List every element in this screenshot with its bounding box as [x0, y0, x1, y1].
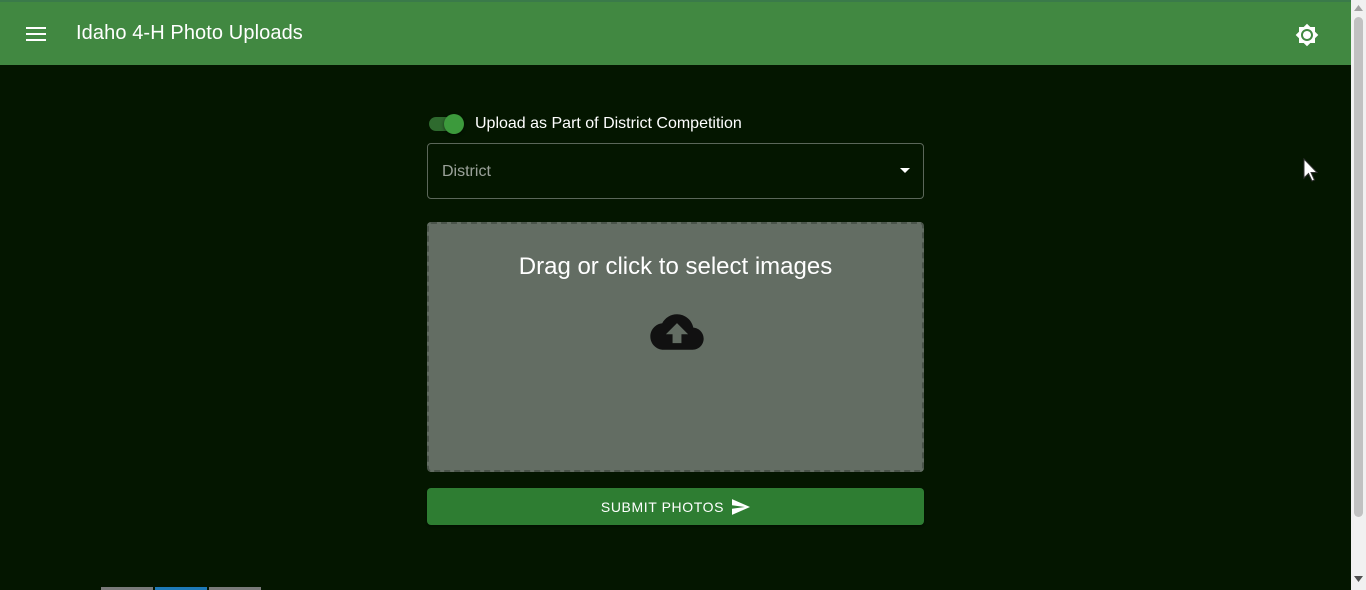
- switch-thumb: [444, 114, 464, 134]
- district-select-label: District: [442, 163, 491, 180]
- image-dropzone[interactable]: Drag or click to select images: [427, 222, 924, 472]
- scroll-down-icon[interactable]: [1354, 576, 1363, 582]
- send-icon: [732, 498, 751, 515]
- theme-toggle-button[interactable]: [1292, 20, 1322, 50]
- brightness-icon: [1295, 23, 1319, 47]
- cloud-upload-icon: [650, 314, 704, 350]
- dropzone-text: Drag or click to select images: [518, 253, 833, 280]
- app-title: Idaho 4-H Photo Uploads: [76, 22, 303, 44]
- menu-button[interactable]: [22, 20, 50, 48]
- mouse-cursor-icon: [1303, 158, 1319, 182]
- toggle-label: Upload as Part of District Competition: [475, 115, 742, 132]
- submit-photos-button[interactable]: SUBMIT PHOTOS: [427, 488, 924, 525]
- dropdown-arrow-icon: [900, 168, 910, 173]
- scroll-thumb[interactable]: [1354, 17, 1363, 517]
- district-competition-toggle[interactable]: Upload as Part of District Competition: [427, 112, 742, 136]
- submit-label: SUBMIT PHOTOS: [600, 498, 725, 515]
- toggle-switch[interactable]: [427, 112, 465, 136]
- scroll-up-icon[interactable]: [1354, 5, 1363, 11]
- vertical-scrollbar[interactable]: [1351, 0, 1366, 590]
- district-select[interactable]: District: [427, 143, 924, 199]
- app-bar: Idaho 4-H Photo Uploads: [0, 0, 1351, 65]
- menu-icon: [26, 27, 46, 41]
